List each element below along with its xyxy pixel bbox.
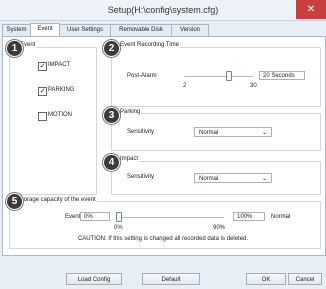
parking-label: PARKING <box>48 87 75 93</box>
event-group <box>9 47 97 195</box>
step-badge-5: 5 <box>6 193 23 210</box>
impact-sensitivity-select[interactable]: Normal ⌄ <box>194 173 272 183</box>
step-badge-2: 2 <box>103 40 120 57</box>
tab-version[interactable]: Version <box>171 24 209 36</box>
storage-slider-thumb[interactable] <box>116 212 122 222</box>
default-button[interactable]: Default <box>142 273 200 285</box>
caution-text: CAUTION: If this setting is changed all … <box>77 236 249 242</box>
check-icon: ✓ <box>39 88 46 95</box>
post-alarm-slider-thumb[interactable] <box>226 71 233 81</box>
parking-sensitivity-select[interactable]: Normal ⌄ <box>194 127 272 137</box>
event-panel: Event 1 ✓ IMPACT ✓ PARKING MOTION Event … <box>2 36 326 256</box>
chevron-down-icon: ⌄ <box>261 176 267 182</box>
parking-sensitivity-value: Normal <box>199 130 219 136</box>
step-badge-3: 3 <box>103 107 120 124</box>
storage-min-label: 0% <box>114 225 123 231</box>
storage-value: 100% <box>233 212 265 221</box>
chevron-down-icon: ⌄ <box>261 130 267 136</box>
step-badge-4: 4 <box>103 154 120 171</box>
cancel-button[interactable]: Cancel <box>288 273 322 285</box>
tab-event[interactable]: Event <box>30 23 60 36</box>
impact-title: Impact <box>119 156 140 162</box>
ok-button[interactable]: OK <box>246 273 286 285</box>
check-icon: ✓ <box>39 63 46 70</box>
motion-checkbox[interactable] <box>38 112 47 121</box>
parking-sensitivity-label: Sensitivity <box>127 129 155 135</box>
storage-event-label: Event <box>65 214 81 220</box>
motion-label: MOTION <box>48 112 72 118</box>
post-alarm-slider-track[interactable] <box>184 76 253 77</box>
impact-checkbox[interactable]: ✓ <box>38 62 47 71</box>
tab-system[interactable]: System <box>2 24 31 36</box>
parking-title: Parking <box>119 109 142 115</box>
post-alarm-min-label: 2 <box>183 83 187 89</box>
close-icon: ✕ <box>306 4 316 15</box>
impact-sensitivity-label: Sensitivity <box>127 174 155 180</box>
storage-status: Normal <box>271 214 291 220</box>
load-config-button[interactable]: Load Config <box>66 273 122 285</box>
recording-time-title: Event Recording Time <box>119 42 181 48</box>
post-alarm-max-label: 30 <box>250 83 257 89</box>
close-button[interactable]: ✕ <box>296 0 326 19</box>
step-badge-1: 1 <box>6 40 23 57</box>
storage-event-value: 0% <box>80 212 110 221</box>
storage-slider-track[interactable] <box>118 217 224 218</box>
tab-removable-disk[interactable]: Removable Disk <box>110 24 172 36</box>
window-title: Setup(H:\config\system.cfg) <box>107 5 219 15</box>
impact-label: IMPACT <box>48 62 71 68</box>
storage-max-label: 90% <box>213 225 226 231</box>
storage-title: Storage capacity of the event <box>17 197 97 203</box>
post-alarm-label: Post-Alarm <box>127 73 157 79</box>
tab-user-settings[interactable]: User Settings <box>59 24 111 36</box>
impact-sensitivity-value: Normal <box>199 176 219 182</box>
parking-checkbox[interactable]: ✓ <box>38 87 47 96</box>
post-alarm-value: 20 Seconds <box>259 71 305 80</box>
